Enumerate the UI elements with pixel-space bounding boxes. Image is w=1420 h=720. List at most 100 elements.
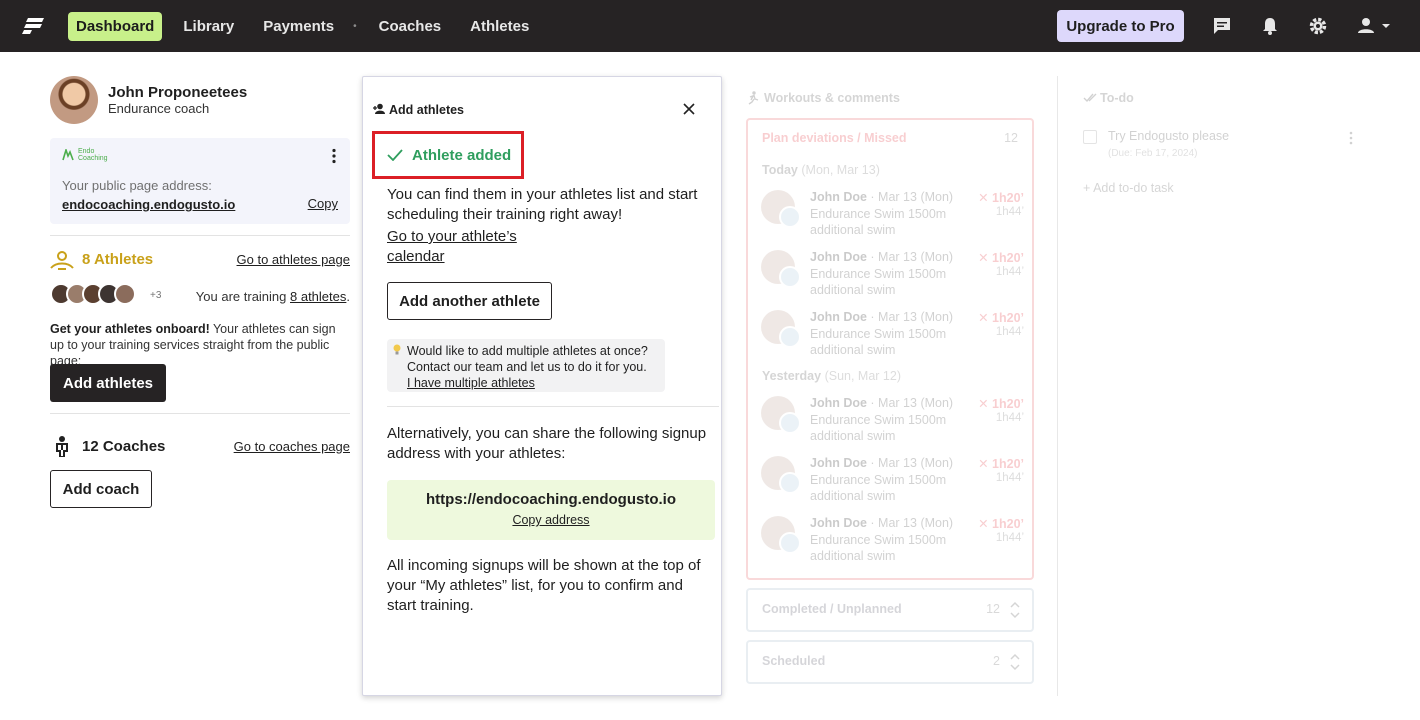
app-logo-icon[interactable]: [22, 17, 46, 35]
workout-item[interactable]: John Doe · Mar 13 (Mon) Endurance Swim 1…: [758, 190, 1024, 244]
workout-date: · Mar 13 (Mon): [866, 396, 954, 410]
workout-description: Endurance Swim 1500m additional swim: [810, 412, 946, 444]
athlete-name: John Doe: [810, 190, 867, 204]
expand-chevron-icon[interactable]: [1010, 600, 1020, 620]
upgrade-button[interactable]: Upgrade to Pro: [1057, 10, 1184, 42]
signup-address-box: https://endocoaching.endogusto.io Copy a…: [387, 480, 715, 540]
plan-deviations-header: Plan deviations / Missed: [762, 131, 907, 145]
workout-line1: Endurance Swim 1500m: [810, 473, 947, 487]
day-date: (Mon, Mar 13): [801, 163, 880, 177]
workout-line1: Endurance Swim 1500m: [810, 413, 947, 427]
incoming-signups-text: All incoming signups will be shown at th…: [387, 557, 701, 614]
expand-chevron-icon[interactable]: [1010, 652, 1020, 672]
workout-description: Endurance Swim 1500m additional swim: [810, 266, 946, 298]
todo-title: To-do: [1100, 91, 1134, 105]
go-to-athletes-link[interactable]: Go to athletes page: [237, 252, 350, 267]
workout-line2: additional swim: [810, 549, 896, 563]
user-menu-icon[interactable]: [1354, 15, 1392, 37]
planned-duration: 1h20’: [992, 457, 1024, 471]
chat-icon[interactable]: [1211, 15, 1233, 37]
bell-icon[interactable]: [1259, 15, 1281, 37]
nav-athletes[interactable]: Athletes: [462, 12, 537, 41]
athletes-count: 8 Athletes: [82, 251, 154, 268]
scheduled-label: Scheduled: [762, 654, 826, 668]
intro-text: You can find them in your athletes list …: [387, 186, 698, 223]
copy-public-url-link[interactable]: Copy: [308, 196, 338, 211]
workout-line2: additional swim: [810, 283, 896, 297]
coaches-count: 12 Coaches: [82, 438, 166, 455]
copy-address-link[interactable]: Copy address: [387, 513, 715, 527]
completed-unplanned-box[interactable]: Completed / Unplanned 12: [746, 588, 1034, 632]
logo-text-2: Coaching: [78, 155, 108, 162]
missed-duration: ✕ 1h20’: [978, 397, 1024, 411]
workout-date: · Mar 13 (Mon): [866, 250, 954, 264]
more-options-icon[interactable]: [330, 148, 338, 164]
training-prefix: You are training: [195, 289, 290, 304]
close-icon[interactable]: [683, 103, 695, 115]
workout-athlete: John Doe · Mar 13 (Mon): [810, 396, 953, 410]
logo-text-1: Endo: [78, 148, 95, 155]
column-divider: [1057, 76, 1058, 696]
todo-item-due: (Due: Feb 17, 2024): [1108, 148, 1198, 159]
workout-athlete: John Doe · Mar 13 (Mon): [810, 516, 953, 530]
coaches-icon: [56, 436, 68, 457]
workout-line2: additional swim: [810, 343, 896, 357]
workout-description: Endurance Swim 1500m additional swim: [810, 472, 946, 504]
todo-item-text[interactable]: Try Endogusto please: [1108, 129, 1229, 143]
nav-library[interactable]: Library: [175, 12, 242, 41]
actual-duration: 1h44’: [995, 326, 1024, 338]
workout-athlete: John Doe · Mar 13 (Mon): [810, 250, 953, 264]
panel-divider: [387, 406, 719, 407]
calendar-link[interactable]: Go to your athlete’s: [387, 227, 517, 247]
nav-coaches[interactable]: Coaches: [371, 12, 450, 41]
add-todo-link[interactable]: + Add to-do task: [1083, 181, 1174, 195]
workout-date: · Mar 13 (Mon): [866, 456, 954, 470]
actual-duration: 1h44’: [995, 412, 1024, 424]
scheduled-count: 2: [993, 654, 1000, 668]
planned-duration: 1h20’: [992, 517, 1024, 531]
todo-checkbox[interactable]: [1083, 130, 1097, 144]
planned-duration: 1h20’: [992, 397, 1024, 411]
gear-icon[interactable]: [1307, 15, 1329, 37]
workout-item[interactable]: John Doe · Mar 13 (Mon) Endurance Swim 1…: [758, 456, 1024, 510]
workout-athlete: John Doe · Mar 13 (Mon): [810, 456, 953, 470]
workout-item[interactable]: John Doe · Mar 13 (Mon) Endurance Swim 1…: [758, 396, 1024, 450]
onboard-text: Get your athletes onboard! Your athletes…: [50, 321, 350, 369]
day-label-today: Today (Mon, Mar 13): [762, 163, 880, 177]
top-bar: Dashboard Library Payments • Coaches Ath…: [0, 0, 1420, 52]
training-athletes-link[interactable]: 8 athletes: [290, 289, 346, 304]
workout-athlete: John Doe · Mar 13 (Mon): [810, 310, 953, 324]
scheduled-box[interactable]: Scheduled 2: [746, 640, 1034, 684]
calendar-link-line2[interactable]: calendar: [387, 247, 445, 267]
section-divider: [50, 413, 350, 414]
public-page-url[interactable]: endocoaching.endogusto.io: [62, 197, 235, 212]
add-athletes-button[interactable]: Add athletes: [50, 364, 166, 402]
athlete-name: John Doe: [810, 310, 867, 324]
coach-role: Endurance coach: [108, 101, 210, 116]
coach-avatar: [50, 76, 98, 124]
missed-duration: ✕ 1h20’: [978, 251, 1024, 265]
completed-count: 12: [986, 602, 1000, 616]
add-coach-button[interactable]: Add coach: [50, 470, 152, 508]
workout-item[interactable]: John Doe · Mar 13 (Mon) Endurance Swim 1…: [758, 250, 1024, 304]
planned-duration: 1h20’: [992, 311, 1024, 325]
swim-icon: [779, 266, 801, 288]
go-to-coaches-link[interactable]: Go to coaches page: [234, 439, 350, 454]
workout-date: · Mar 13 (Mon): [866, 516, 954, 530]
swim-icon: [779, 472, 801, 494]
workout-item[interactable]: John Doe · Mar 13 (Mon) Endurance Swim 1…: [758, 516, 1024, 570]
workout-item[interactable]: John Doe · Mar 13 (Mon) Endurance Swim 1…: [758, 310, 1024, 364]
swim-icon: [779, 532, 801, 554]
day-name: Yesterday: [762, 369, 822, 383]
onboard-heading: Get your athletes onboard!: [50, 322, 210, 336]
workout-line1: Endurance Swim 1500m: [810, 533, 947, 547]
multiple-athletes-link[interactable]: I have multiple athletes: [407, 375, 659, 391]
todo-more-icon[interactable]: [1348, 131, 1354, 145]
plan-deviations-box[interactable]: Plan deviations / Missed 12 Today (Mon, …: [746, 118, 1034, 580]
planned-duration: 1h20’: [992, 251, 1024, 265]
add-another-athlete-button[interactable]: Add another athlete: [387, 282, 552, 320]
nav-dashboard[interactable]: Dashboard: [68, 12, 163, 41]
add-athletes-panel-body: Add athletes Athlete added You can find …: [371, 85, 719, 687]
nav-payments[interactable]: Payments: [255, 12, 342, 41]
multiple-athletes-tip: Would like to add multiple athletes at o…: [387, 339, 665, 392]
